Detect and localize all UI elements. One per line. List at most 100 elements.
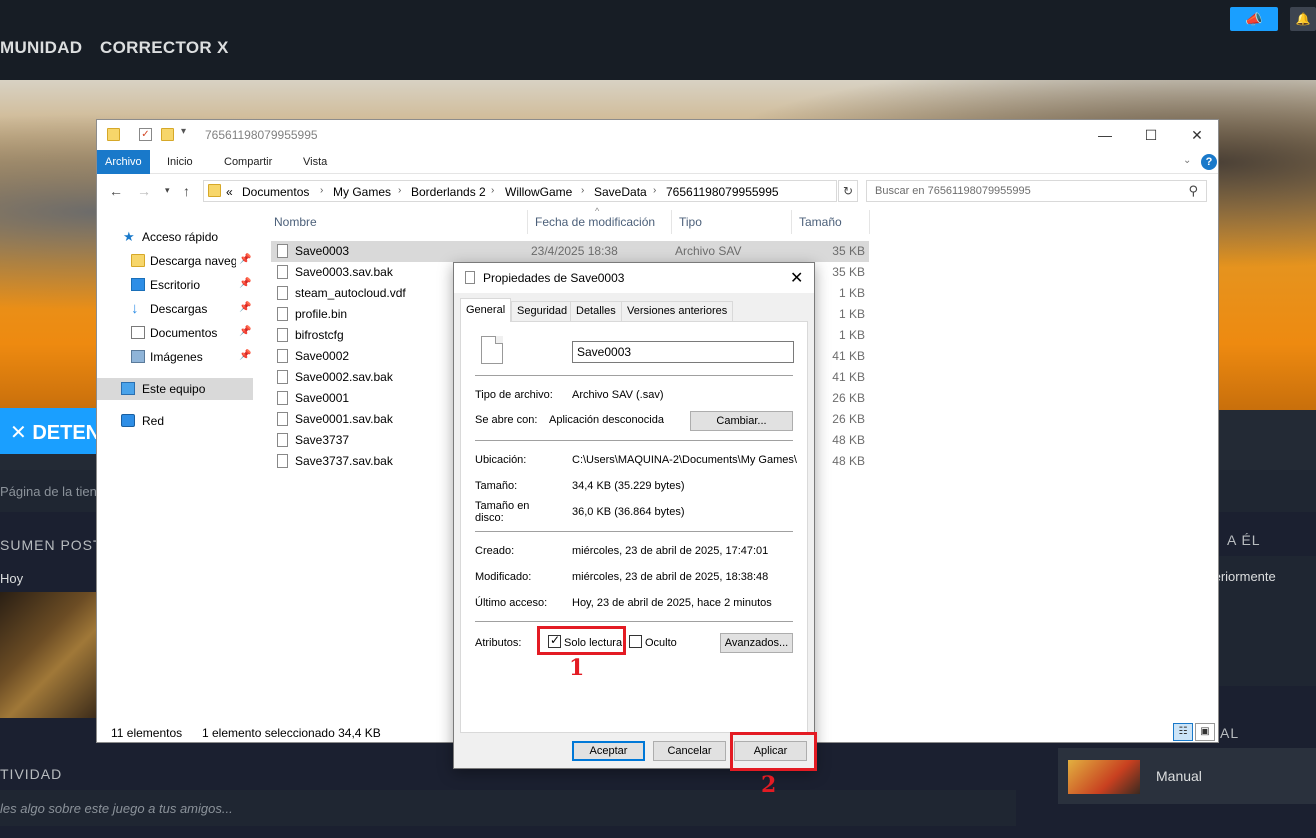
file-name: Save0002: [295, 349, 350, 363]
file-row[interactable]: Save0003 23/4/2025 18:38 Archivo SAV 35 …: [271, 241, 869, 262]
file-size: 1 KB: [838, 286, 865, 300]
large-icons-view-icon[interactable]: ▣: [1195, 723, 1215, 741]
chevron-right-icon[interactable]: ›: [581, 185, 584, 196]
forward-arrow-icon[interactable]: →: [137, 183, 151, 199]
file-icon: [481, 336, 503, 364]
ok-button[interactable]: Aceptar: [572, 741, 645, 761]
up-arrow-icon[interactable]: ↑: [183, 183, 190, 199]
pin-icon[interactable]: 📌: [239, 302, 251, 313]
close-icon[interactable]: ✕: [1177, 124, 1217, 146]
file-icon: [277, 244, 288, 258]
download-arrow-icon: ↓: [131, 300, 139, 317]
sidebar-item-documentos[interactable]: Documentos 📌: [97, 322, 253, 344]
activity-heading: TIVIDAD: [0, 766, 63, 782]
search-icon: ⚲: [1188, 183, 1198, 198]
minimize-icon[interactable]: —: [1085, 124, 1125, 146]
tab-vista[interactable]: Vista: [295, 150, 335, 174]
manual-item[interactable]: Manual: [1058, 748, 1316, 804]
pin-icon[interactable]: 📌: [239, 350, 251, 361]
breadcrumb-mygames[interactable]: My Games: [333, 185, 391, 199]
breadcrumb-willowgame[interactable]: WillowGame: [505, 185, 572, 199]
pin-icon[interactable]: 📌: [239, 278, 251, 289]
megaphone-icon[interactable]: 📣: [1230, 7, 1278, 31]
help-icon[interactable]: ?: [1201, 154, 1217, 170]
hidden-label[interactable]: Oculto: [645, 637, 677, 649]
sidebar-item-descarga-navegador[interactable]: Descarga navegador 📌: [97, 250, 253, 272]
friends-heading: A ÉL: [1227, 532, 1261, 548]
divider: [475, 440, 793, 441]
column-divider[interactable]: [791, 210, 792, 234]
details-view-icon[interactable]: ☷: [1173, 723, 1193, 741]
nav-user[interactable]: CORRECTOR X: [100, 38, 229, 58]
refresh-icon[interactable]: ↻: [838, 180, 858, 202]
nav-comunidad[interactable]: MUNIDAD: [0, 38, 82, 58]
breadcrumb-savedata[interactable]: SaveData: [594, 185, 647, 199]
filename-input[interactable]: [572, 341, 794, 363]
sidebar-item-descargas[interactable]: ↓ Descargas 📌: [97, 298, 253, 320]
sidebar-item-quick-access[interactable]: ★ Acceso rápido: [97, 226, 253, 248]
address-bar[interactable]: « Documentos › My Games › Borderlands 2 …: [203, 180, 930, 202]
breadcrumb-documentos[interactable]: Documentos: [242, 185, 309, 199]
tab-inicio[interactable]: Inicio: [159, 150, 201, 174]
sidebar-item-red[interactable]: Red: [97, 410, 253, 432]
annotation-step-1: 1: [569, 655, 585, 681]
tab-versiones-anteriores[interactable]: Versiones anteriores: [621, 301, 734, 321]
cancel-button[interactable]: Cancelar: [653, 741, 726, 761]
breadcrumb-borderlands[interactable]: Borderlands 2: [411, 185, 486, 199]
file-size: 1 KB: [838, 328, 865, 342]
summary-heading: SUMEN POST: [0, 537, 103, 553]
chevron-right-icon[interactable]: ›: [491, 185, 494, 196]
stop-button[interactable]: ✕ DETEN: [0, 408, 100, 454]
properties-icon[interactable]: ✓: [139, 128, 152, 141]
bell-icon[interactable]: 🔔: [1290, 7, 1316, 31]
sidebar-item-imagenes[interactable]: Imágenes 📌: [97, 346, 253, 368]
sidebar-item-label: Imágenes: [150, 350, 203, 364]
column-header-size[interactable]: Tamaño: [799, 215, 842, 229]
today-label: Hoy: [0, 571, 24, 586]
back-arrow-icon[interactable]: ←: [109, 183, 123, 199]
pin-icon[interactable]: 📌: [239, 326, 251, 337]
chevron-right-icon[interactable]: ›: [398, 185, 401, 196]
tab-compartir[interactable]: Compartir: [216, 150, 280, 174]
column-header-name[interactable]: Nombre: [274, 215, 317, 229]
new-folder-icon[interactable]: [161, 128, 174, 141]
sidebar-item-label: Red: [142, 414, 165, 428]
general-panel: Tipo de archivo: Archivo SAV (.sav) Se a…: [460, 321, 808, 733]
file-icon: [277, 307, 288, 321]
store-page-link[interactable]: Página de la tienda: [0, 484, 111, 499]
explorer-titlebar[interactable]: ✓ ▾ 76561198079955995 — ☐ ✕: [97, 120, 1218, 150]
advanced-button[interactable]: Avanzados...: [720, 633, 793, 653]
tab-detalles[interactable]: Detalles: [570, 301, 622, 321]
chevron-right-icon[interactable]: ›: [320, 185, 323, 196]
column-header-date[interactable]: Fecha de modificación: [535, 215, 655, 229]
dialog-titlebar[interactable]: Propiedades de Save0003 ✕: [454, 263, 814, 293]
change-button[interactable]: Cambiar...: [690, 411, 793, 431]
divider: [475, 375, 793, 376]
customize-toolbar-icon[interactable]: ▾: [181, 126, 194, 139]
file-name: Save0002.sav.bak: [295, 370, 393, 384]
column-divider[interactable]: [869, 210, 870, 234]
pin-icon[interactable]: 📌: [239, 254, 251, 265]
column-divider[interactable]: [671, 210, 672, 234]
breadcrumb-current[interactable]: 76561198079955995: [666, 185, 779, 199]
sidebar-item-escritorio[interactable]: Escritorio 📌: [97, 274, 253, 296]
close-icon[interactable]: ✕: [790, 268, 803, 288]
tab-archivo[interactable]: Archivo: [97, 150, 150, 174]
recent-chevron-icon[interactable]: ▾: [165, 185, 170, 196]
opens-with-label: Se abre con:: [475, 414, 538, 426]
maximize-icon[interactable]: ☐: [1131, 124, 1171, 146]
attributes-label: Atributos:: [475, 637, 522, 649]
tab-seguridad[interactable]: Seguridad: [511, 301, 574, 321]
sidebar-item-este-equipo[interactable]: Este equipo: [97, 378, 253, 400]
hidden-checkbox[interactable]: [629, 635, 642, 648]
tab-general[interactable]: General: [460, 298, 512, 322]
search-input[interactable]: Buscar en 76561198079955995 ⚲: [866, 180, 1207, 202]
annotation-box-readonly: [537, 626, 626, 655]
column-header-type[interactable]: Tipo: [679, 215, 702, 229]
breadcrumb-overflow[interactable]: «: [226, 185, 233, 199]
expand-ribbon-icon[interactable]: ⌄: [1183, 155, 1191, 166]
chevron-right-icon[interactable]: ›: [653, 185, 656, 196]
image-icon: [131, 350, 145, 363]
column-divider[interactable]: [527, 210, 528, 234]
screenshot-thumbnail[interactable]: [0, 592, 96, 718]
